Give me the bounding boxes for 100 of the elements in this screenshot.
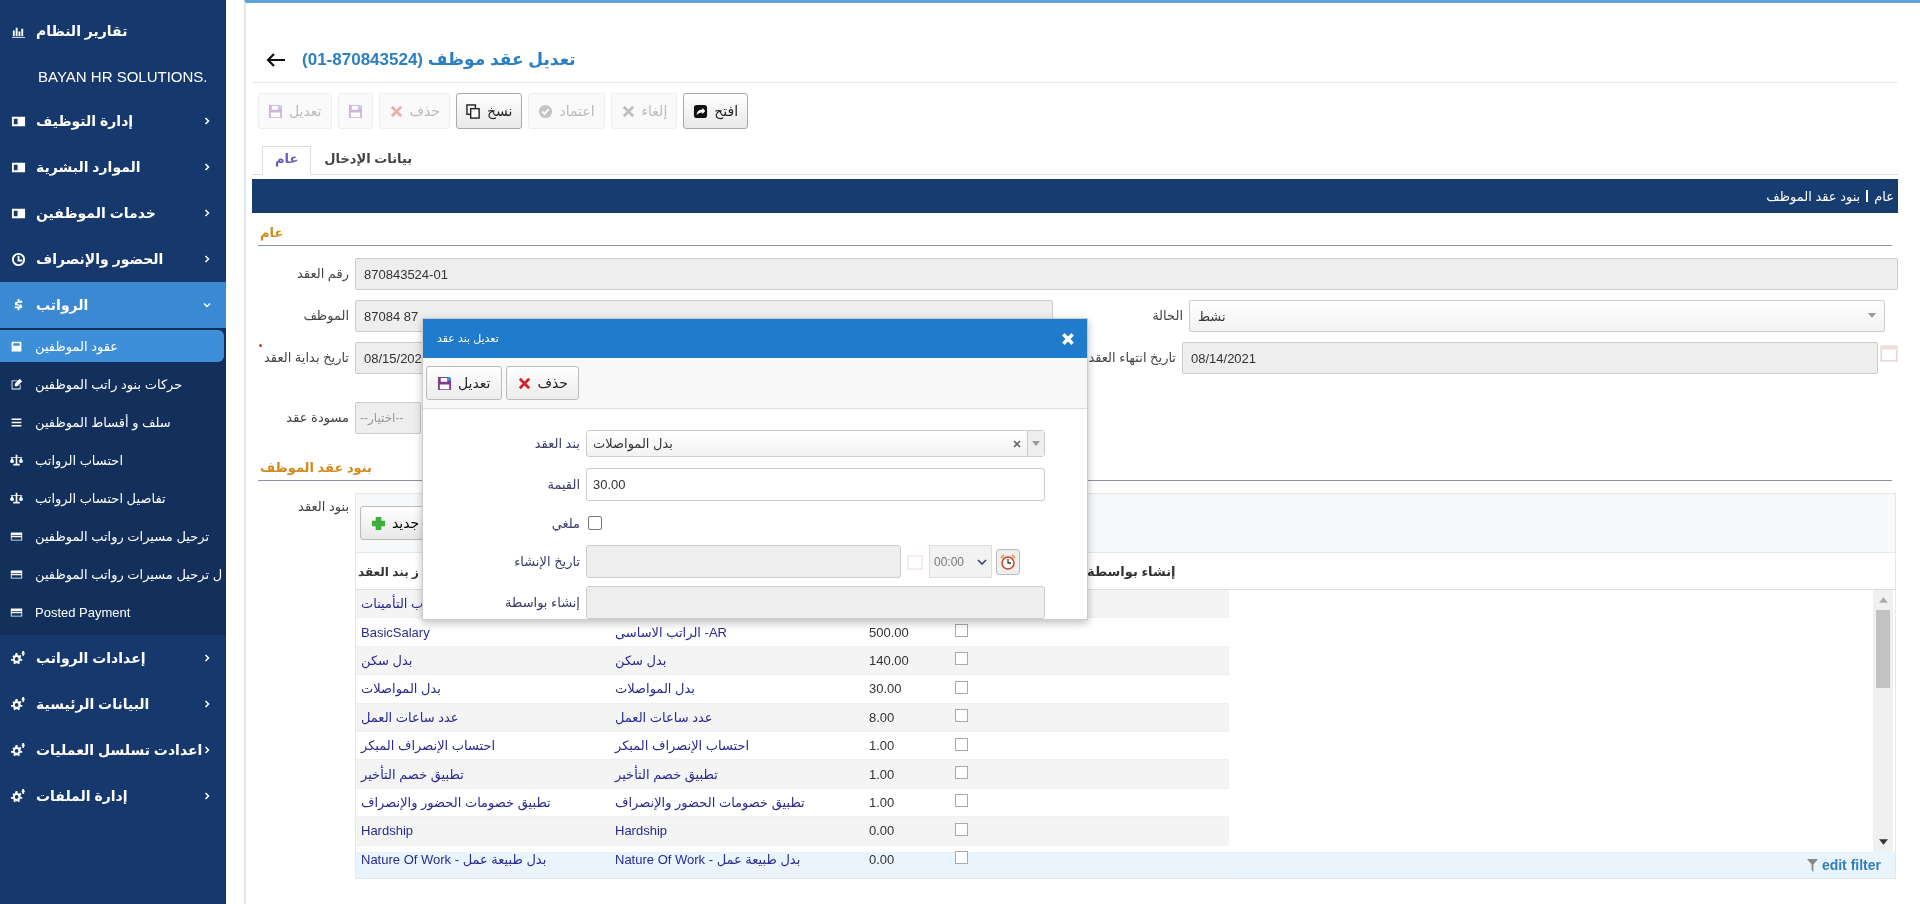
status-select[interactable]: نشط (1189, 300, 1885, 332)
nav-item[interactable]: الرواتب (0, 282, 226, 328)
nav-item[interactable]: إدارة الملفات (0, 773, 226, 819)
table-cell: 1.00 (869, 766, 895, 782)
checkbox[interactable] (955, 851, 968, 865)
nav-item[interactable]: إعدادات الرواتب (0, 635, 226, 681)
contract-number-field[interactable]: 870843524-01 (355, 258, 1898, 290)
breadcrumb-separator (1866, 190, 1869, 202)
dialog-button[interactable]: تعديل (426, 366, 502, 400)
check-circle-icon (538, 103, 554, 119)
field-label: تاريخ انتهاء العقد (1087, 349, 1177, 365)
submenu-item[interactable]: احتساب الرواتب (0, 441, 226, 479)
calculator-icon (10, 339, 23, 353)
toolbar-button[interactable]: افتح (683, 93, 749, 129)
checkbox[interactable] (955, 822, 968, 836)
field-label: تاريخ بداية العقد (256, 342, 355, 365)
card-icon (10, 567, 23, 581)
cancelled-checkbox[interactable] (588, 516, 602, 530)
submenu-item[interactable]: ل ترحيل مسيرات رواتب الموظفين (0, 555, 226, 593)
scrollbar-thumb[interactable] (1876, 610, 1890, 688)
scale-icon (10, 453, 23, 467)
table-cell: Nature Of Work - بدل طبيعة عمل (615, 851, 801, 867)
clock-button[interactable] (996, 548, 1020, 575)
submenu-item[interactable]: ترحيل مسيرات رواتب الموظفين (0, 517, 226, 555)
edit-filter-link[interactable]: edit filter (1806, 857, 1881, 873)
cross-icon (516, 375, 532, 391)
floppy-disk-icon (347, 103, 363, 119)
nav-item[interactable]: الحضور والإنصراف (0, 236, 226, 282)
table-cell: 1.00 (869, 738, 895, 754)
checkbox[interactable] (955, 794, 968, 808)
table-cell: Hardship (615, 823, 668, 839)
nav-item[interactable]: اعدادت تسلسل العمليات (0, 727, 226, 773)
floppy-disk-icon (268, 103, 283, 119)
submenu-item[interactable]: حركات بنود راتب الموظفين (0, 365, 226, 403)
table-cell: عدد ساعات العمل (361, 709, 459, 725)
submenu-item[interactable]: Posted Payment (0, 593, 226, 631)
nav-item[interactable]: تقارير النظام (0, 8, 226, 54)
table-cell: بدل المواصلات (361, 681, 441, 697)
dialog-button[interactable]: حذف (505, 366, 579, 400)
submenu-item[interactable]: تفاصيل احتساب الرواتب (0, 479, 226, 517)
nav-item[interactable]: خدمات الموظفين (0, 190, 226, 236)
section-title: عام (260, 225, 285, 243)
created-date-field[interactable] (586, 545, 901, 578)
field-label: مسودة عقد (285, 409, 350, 425)
dialog-title: تعديل بند عقد (437, 332, 499, 345)
submenu-item[interactable]: سلف و أقساط الموظفين (0, 403, 226, 441)
table-cell: 140.00 (869, 652, 909, 668)
toolbar-button[interactable]: نسخ (456, 93, 523, 129)
calendar-icon[interactable] (907, 553, 923, 570)
checkbox[interactable] (955, 652, 968, 666)
checkbox[interactable] (955, 624, 968, 638)
table-cell: احتساب الإنصراف المبكر (615, 738, 750, 754)
close-icon[interactable] (1061, 331, 1075, 346)
share-icon (693, 103, 709, 119)
item-select[interactable]: بدل المواصلات (586, 430, 1045, 457)
gears-icon (11, 742, 26, 758)
table-cell: احتساب الإنصراف المبكر (361, 738, 496, 754)
checkbox[interactable] (955, 737, 968, 751)
cross-icon (620, 103, 636, 119)
created-by-field[interactable] (586, 586, 1045, 619)
table-cell: تطبيق خصومات الحضور والإنصراف (615, 794, 805, 810)
tab[interactable]: عام (262, 146, 312, 175)
gears-icon (11, 788, 26, 804)
field-label: الحالة (1151, 307, 1184, 323)
funnel-icon (1806, 858, 1818, 872)
breadcrumb-item[interactable]: بنود عقد الموظف (1766, 188, 1861, 204)
table-cell: 0.00 (869, 851, 895, 867)
field-label: بند العقد (533, 436, 581, 451)
checkbox[interactable] (955, 766, 968, 780)
nav-item[interactable]: الموارد البشرية (0, 144, 226, 190)
table-cell: عدد ساعات العمل (615, 709, 713, 725)
amount-field[interactable]: 30.00 (586, 468, 1045, 501)
scroll-up-icon[interactable] (1878, 597, 1888, 603)
dropdown-arrow-icon[interactable] (1032, 440, 1040, 447)
table-cell: 30.00 (869, 681, 902, 697)
clear-icon[interactable] (1013, 439, 1021, 448)
table-cell: 0.00 (869, 823, 895, 839)
table-cell: بدل سكن (361, 652, 413, 668)
scroll-down-icon[interactable] (1878, 839, 1888, 845)
floppy-disk-icon (437, 375, 452, 391)
end-date-field[interactable]: 08/14/2021 (1182, 342, 1878, 374)
field-label: إنشاء بواسطة (504, 595, 581, 610)
time-select[interactable]: 00:00 (929, 545, 992, 578)
section-title: بنود عقد الموظف (260, 460, 373, 477)
table-cell: 1.00 (869, 794, 895, 810)
chevron-right-icon (202, 116, 212, 126)
tab[interactable]: بيانات الإدخال (311, 146, 426, 174)
checkbox[interactable] (955, 709, 968, 723)
table-cell: بدل المواصلات (615, 681, 695, 697)
calendar-icon[interactable] (1880, 344, 1898, 362)
nav-item[interactable]: البيانات الرئيسية (0, 681, 226, 727)
back-arrow-icon[interactable] (266, 51, 286, 68)
checkbox[interactable] (955, 680, 968, 694)
field-label: بنود العقد (297, 498, 350, 514)
cross-icon (388, 103, 404, 119)
chevron-right-icon (202, 653, 212, 663)
scrollbar[interactable] (1873, 590, 1893, 852)
table-cell: Nature Of Work - بدل طبيعة عمل (361, 851, 547, 867)
breadcrumb-item[interactable]: عام (1874, 188, 1894, 204)
nav-item[interactable]: إدارة التوظيف (0, 98, 226, 144)
